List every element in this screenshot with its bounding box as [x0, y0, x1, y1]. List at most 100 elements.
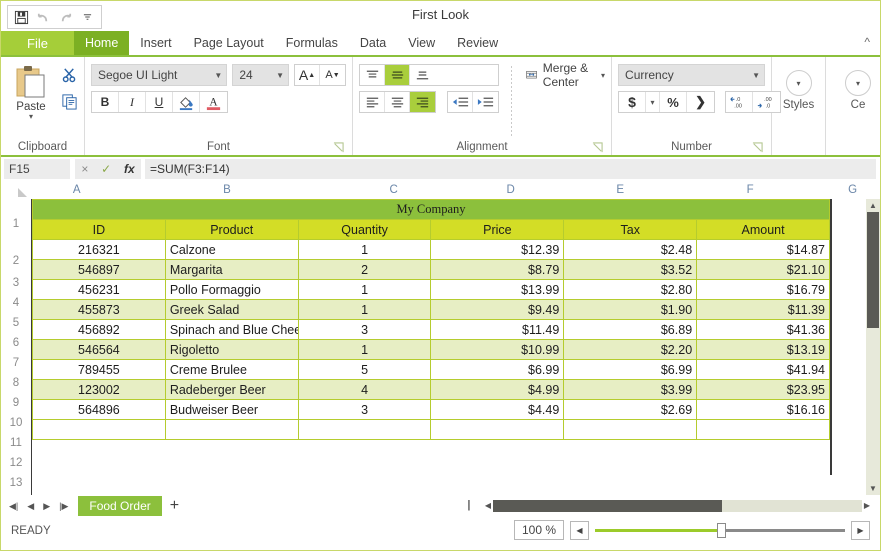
- sheet-tab-food-order[interactable]: Food Order: [78, 496, 162, 516]
- merge-and-center-button[interactable]: Merge & Center ▾: [525, 61, 605, 89]
- tab-page-layout[interactable]: Page Layout: [183, 31, 275, 55]
- top-align-icon[interactable]: [360, 65, 385, 85]
- italic-button[interactable]: I: [119, 92, 146, 112]
- font-dialog-launcher-icon[interactable]: [333, 142, 344, 153]
- cell-price[interactable]: $6.99: [430, 359, 565, 380]
- cell-quantity[interactable]: 1: [297, 279, 432, 300]
- cell-tax[interactable]: $1.90: [563, 299, 698, 320]
- row-header-8[interactable]: 8: [1, 373, 31, 393]
- cell-product[interactable]: Radeberger Beer: [164, 379, 299, 400]
- row-header-9[interactable]: 9: [1, 393, 31, 413]
- paste-button[interactable]: Paste ▾: [7, 64, 55, 121]
- chevron-down-icon[interactable]: ▼: [270, 71, 284, 80]
- cell-empty[interactable]: [32, 419, 166, 440]
- row-header-5[interactable]: 5: [1, 313, 31, 333]
- cell-product[interactable]: Greek Salad: [164, 299, 299, 320]
- column-header-b[interactable]: B: [122, 181, 331, 199]
- cell-price[interactable]: $4.99: [430, 379, 565, 400]
- column-header-a[interactable]: A: [31, 181, 123, 199]
- currency-caret-icon[interactable]: ▾: [646, 92, 661, 112]
- insert-function-icon[interactable]: fx: [124, 162, 135, 176]
- cell-amount[interactable]: $14.87: [696, 239, 830, 260]
- row-header-7[interactable]: 7: [1, 353, 31, 373]
- cancel-icon[interactable]: ×: [81, 162, 88, 176]
- name-box[interactable]: F15: [4, 159, 70, 179]
- column-header-c[interactable]: C: [331, 181, 455, 199]
- cell-amount[interactable]: $23.95: [696, 379, 830, 400]
- tab-review[interactable]: Review: [446, 31, 509, 55]
- underline-button[interactable]: U: [146, 92, 173, 112]
- last-sheet-icon[interactable]: |▶: [59, 501, 68, 512]
- bold-button[interactable]: B: [92, 92, 119, 112]
- cell-id[interactable]: 455873: [32, 299, 166, 320]
- cell-quantity[interactable]: 3: [297, 319, 432, 340]
- next-sheet-icon[interactable]: ▶: [43, 501, 50, 512]
- cell-id[interactable]: 546564: [32, 339, 166, 360]
- cell-empty[interactable]: [297, 419, 432, 440]
- align-left-icon[interactable]: [360, 92, 385, 112]
- font-size-combo[interactable]: 24 ▼: [232, 64, 289, 86]
- shrink-font-icon[interactable]: A ▼: [320, 65, 345, 85]
- horizontal-scroll-thumb[interactable]: [493, 499, 722, 512]
- font-color-icon[interactable]: A: [200, 92, 227, 112]
- company-title-cell[interactable]: My Company: [32, 199, 830, 220]
- cell-price[interactable]: $11.49: [430, 319, 565, 340]
- cell-product[interactable]: Margarita: [164, 259, 299, 280]
- cell-tax[interactable]: $2.69: [563, 399, 698, 420]
- header-cell-id[interactable]: ID: [32, 219, 166, 240]
- cell-tax[interactable]: $6.99: [563, 359, 698, 380]
- add-sheet-button[interactable]: +: [162, 498, 187, 514]
- scroll-down-icon[interactable]: ▼: [869, 482, 877, 495]
- vertical-scroll-thumb[interactable]: [867, 212, 879, 328]
- increase-decimal-icon[interactable]: .0.00: [726, 92, 754, 112]
- bottom-align-icon[interactable]: [410, 65, 435, 85]
- column-header-f[interactable]: F: [675, 181, 825, 199]
- cell-product[interactable]: Spinach and Blue Cheese: [164, 319, 299, 340]
- column-header-e[interactable]: E: [565, 181, 675, 199]
- cell-tax[interactable]: $2.48: [563, 239, 698, 260]
- comma-format-button[interactable]: ❯: [687, 92, 715, 112]
- row-header-11[interactable]: 11: [1, 433, 31, 453]
- zoom-slider-handle[interactable]: [717, 522, 726, 538]
- zoom-in-button[interactable]: ▶: [851, 520, 870, 540]
- formula-input[interactable]: =SUM(F3:F14): [145, 159, 876, 179]
- cell-product[interactable]: Budweiser Beer: [164, 399, 299, 420]
- row-header-13[interactable]: 13: [1, 473, 31, 493]
- cell-amount[interactable]: $16.16: [696, 399, 830, 420]
- font-name-combo[interactable]: Segoe UI Light ▼: [91, 64, 228, 86]
- cell-price[interactable]: $13.99: [430, 279, 565, 300]
- row-header-1[interactable]: 1: [1, 199, 31, 249]
- cell-id[interactable]: 216321: [32, 239, 166, 260]
- cell-tax[interactable]: $2.80: [563, 279, 698, 300]
- cell-price[interactable]: $10.99: [430, 339, 565, 360]
- paste-caret-icon[interactable]: ▾: [29, 113, 33, 121]
- increase-indent-icon[interactable]: [473, 92, 498, 112]
- row-header-12[interactable]: 12: [1, 453, 31, 473]
- cell-quantity[interactable]: 4: [297, 379, 432, 400]
- cell-product[interactable]: Creme Brulee: [164, 359, 299, 380]
- scroll-up-icon[interactable]: ▲: [869, 199, 877, 212]
- first-sheet-icon[interactable]: ◀|: [9, 501, 18, 512]
- cell-empty[interactable]: [563, 419, 698, 440]
- header-cell-product[interactable]: Product: [164, 219, 299, 240]
- prev-sheet-icon[interactable]: ◀: [27, 501, 34, 512]
- cell-quantity[interactable]: 3: [297, 399, 432, 420]
- scroll-left-icon[interactable]: ◀: [483, 501, 493, 510]
- tab-formulas[interactable]: Formulas: [275, 31, 349, 55]
- cell-amount[interactable]: $41.36: [696, 319, 830, 340]
- row-header-10[interactable]: 10: [1, 413, 31, 433]
- cell-amount[interactable]: $11.39: [696, 299, 830, 320]
- column-header-d[interactable]: D: [456, 181, 566, 199]
- tab-data[interactable]: Data: [349, 31, 397, 55]
- row-header-3[interactable]: 3: [1, 273, 31, 293]
- alignment-dialog-launcher-icon[interactable]: [592, 142, 603, 153]
- cell-product[interactable]: Rigoletto: [164, 339, 299, 360]
- cell-id[interactable]: 546897: [32, 259, 166, 280]
- decrease-indent-icon[interactable]: [448, 92, 473, 112]
- chevron-down-icon[interactable]: ▼: [746, 71, 760, 80]
- align-center-icon[interactable]: [385, 92, 410, 112]
- cell-empty[interactable]: [430, 419, 565, 440]
- scissors-icon[interactable]: [61, 67, 78, 89]
- cell-quantity[interactable]: 1: [297, 239, 432, 260]
- cell-quantity[interactable]: 5: [297, 359, 432, 380]
